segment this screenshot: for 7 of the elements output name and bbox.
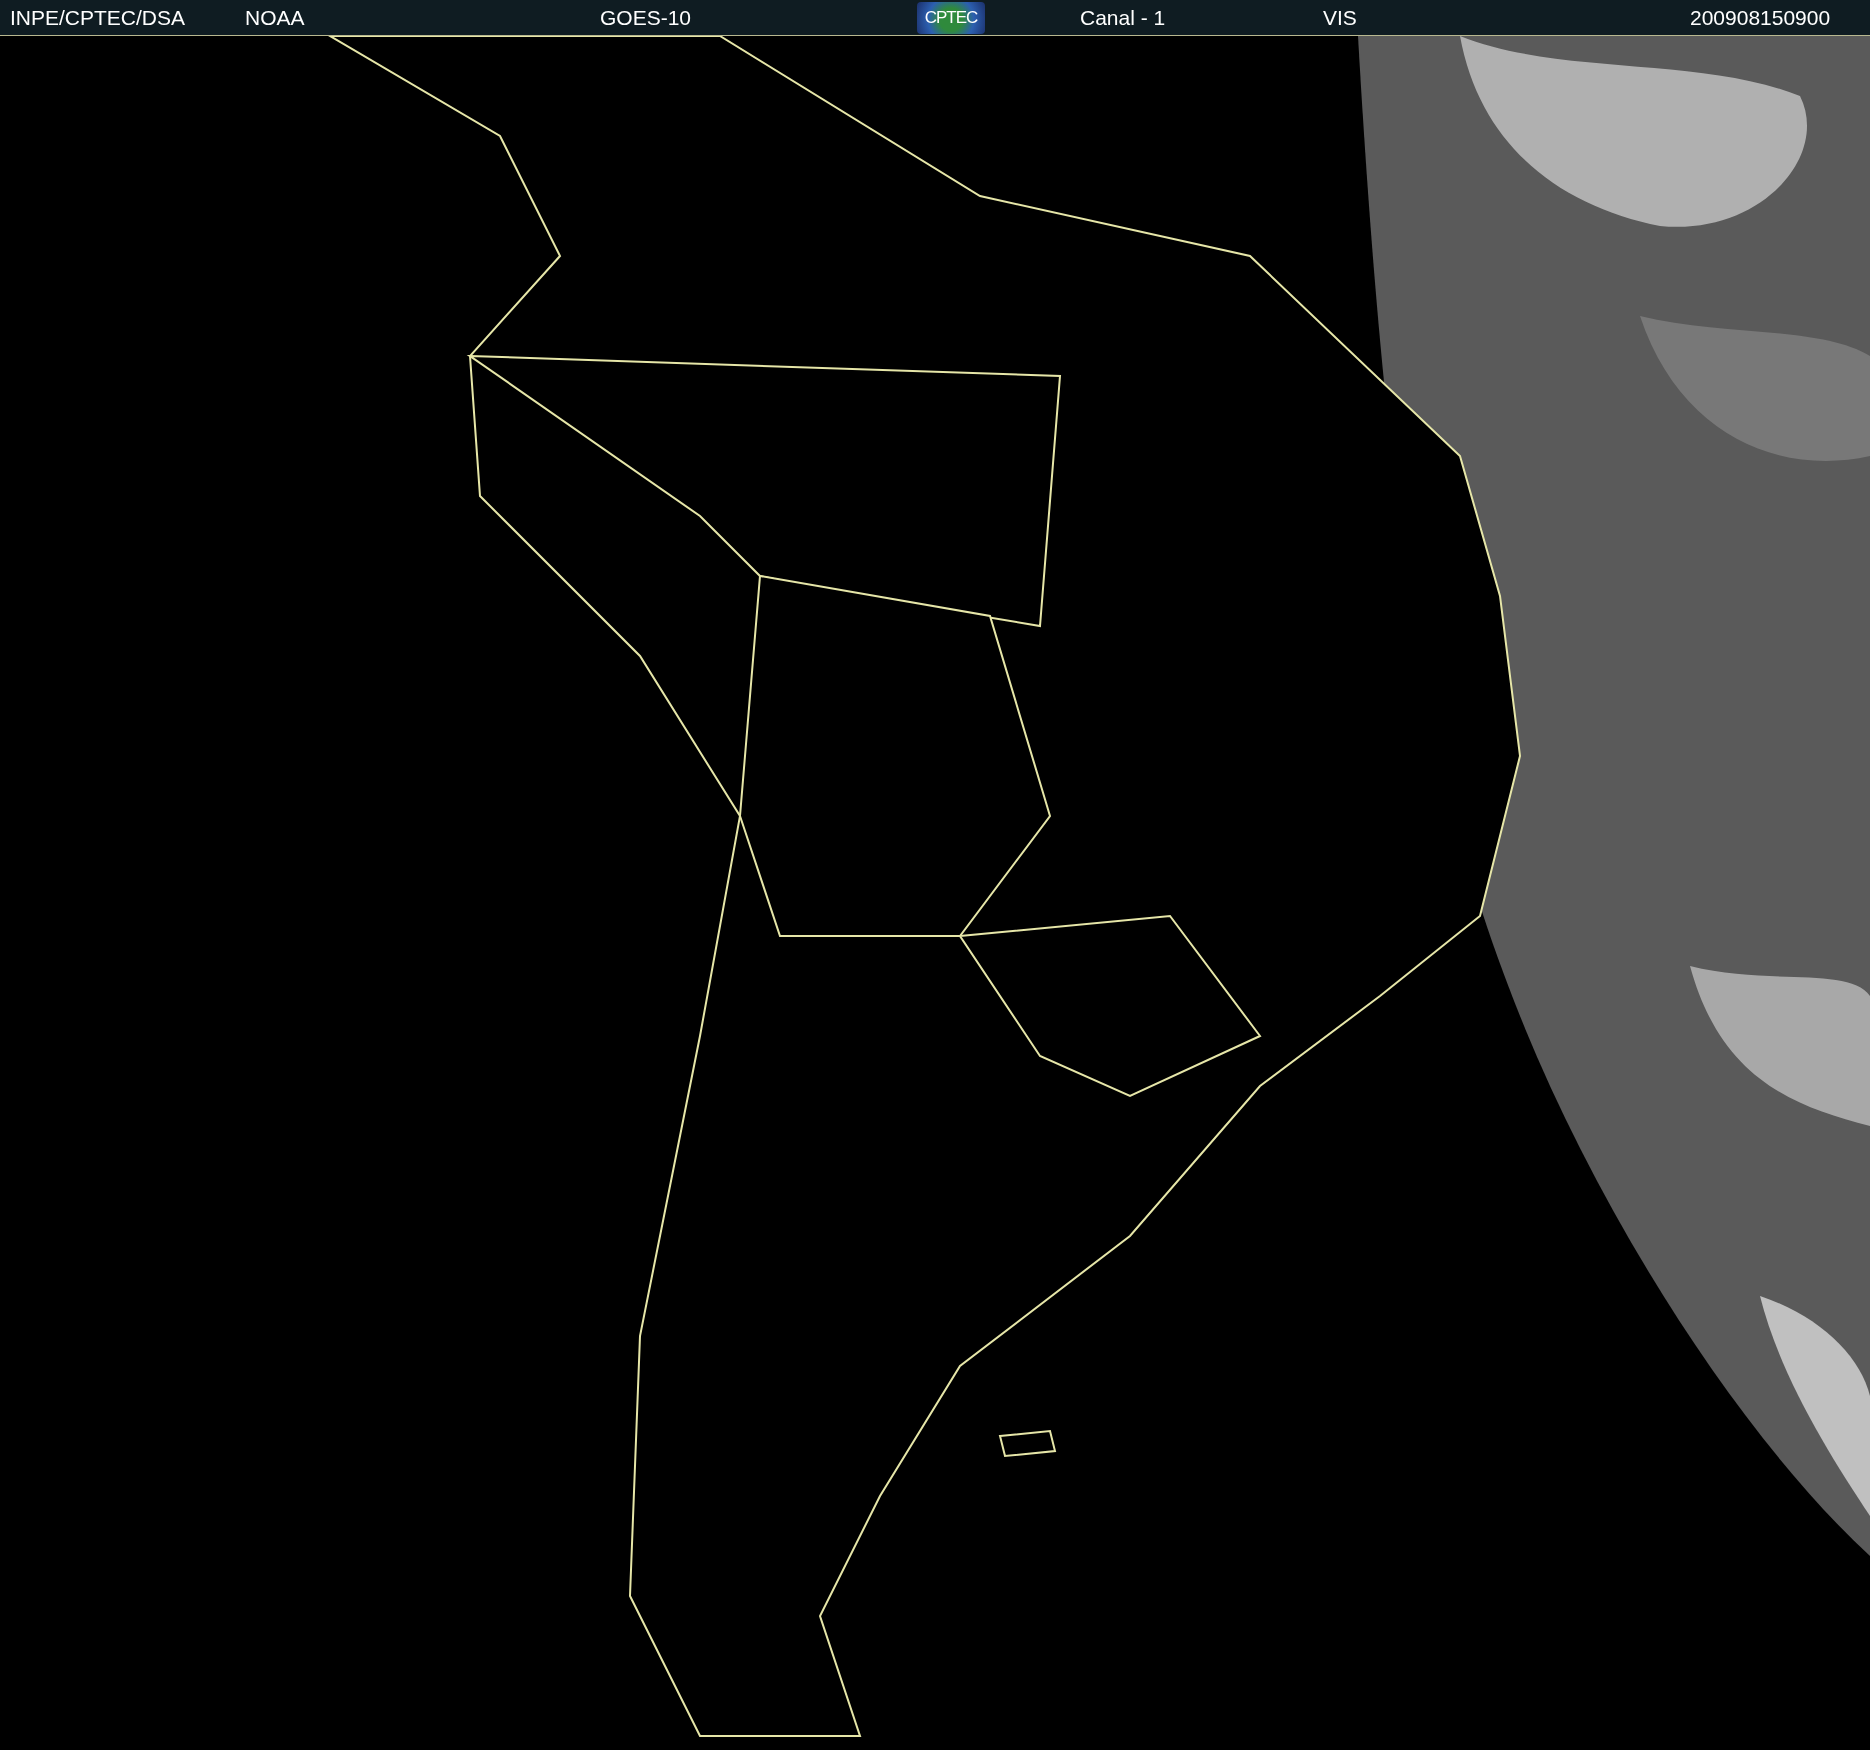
header-label: GOES-10 xyxy=(600,5,692,30)
logo: CPTEC xyxy=(917,1,985,34)
header-label: INPE/CPTEC/DSA xyxy=(10,5,186,30)
header-label: NOAA xyxy=(245,5,305,30)
header-label: VIS xyxy=(1323,5,1357,30)
header-label: 200908150900 xyxy=(1690,5,1831,30)
header-label: Canal - 1 xyxy=(1080,5,1166,30)
